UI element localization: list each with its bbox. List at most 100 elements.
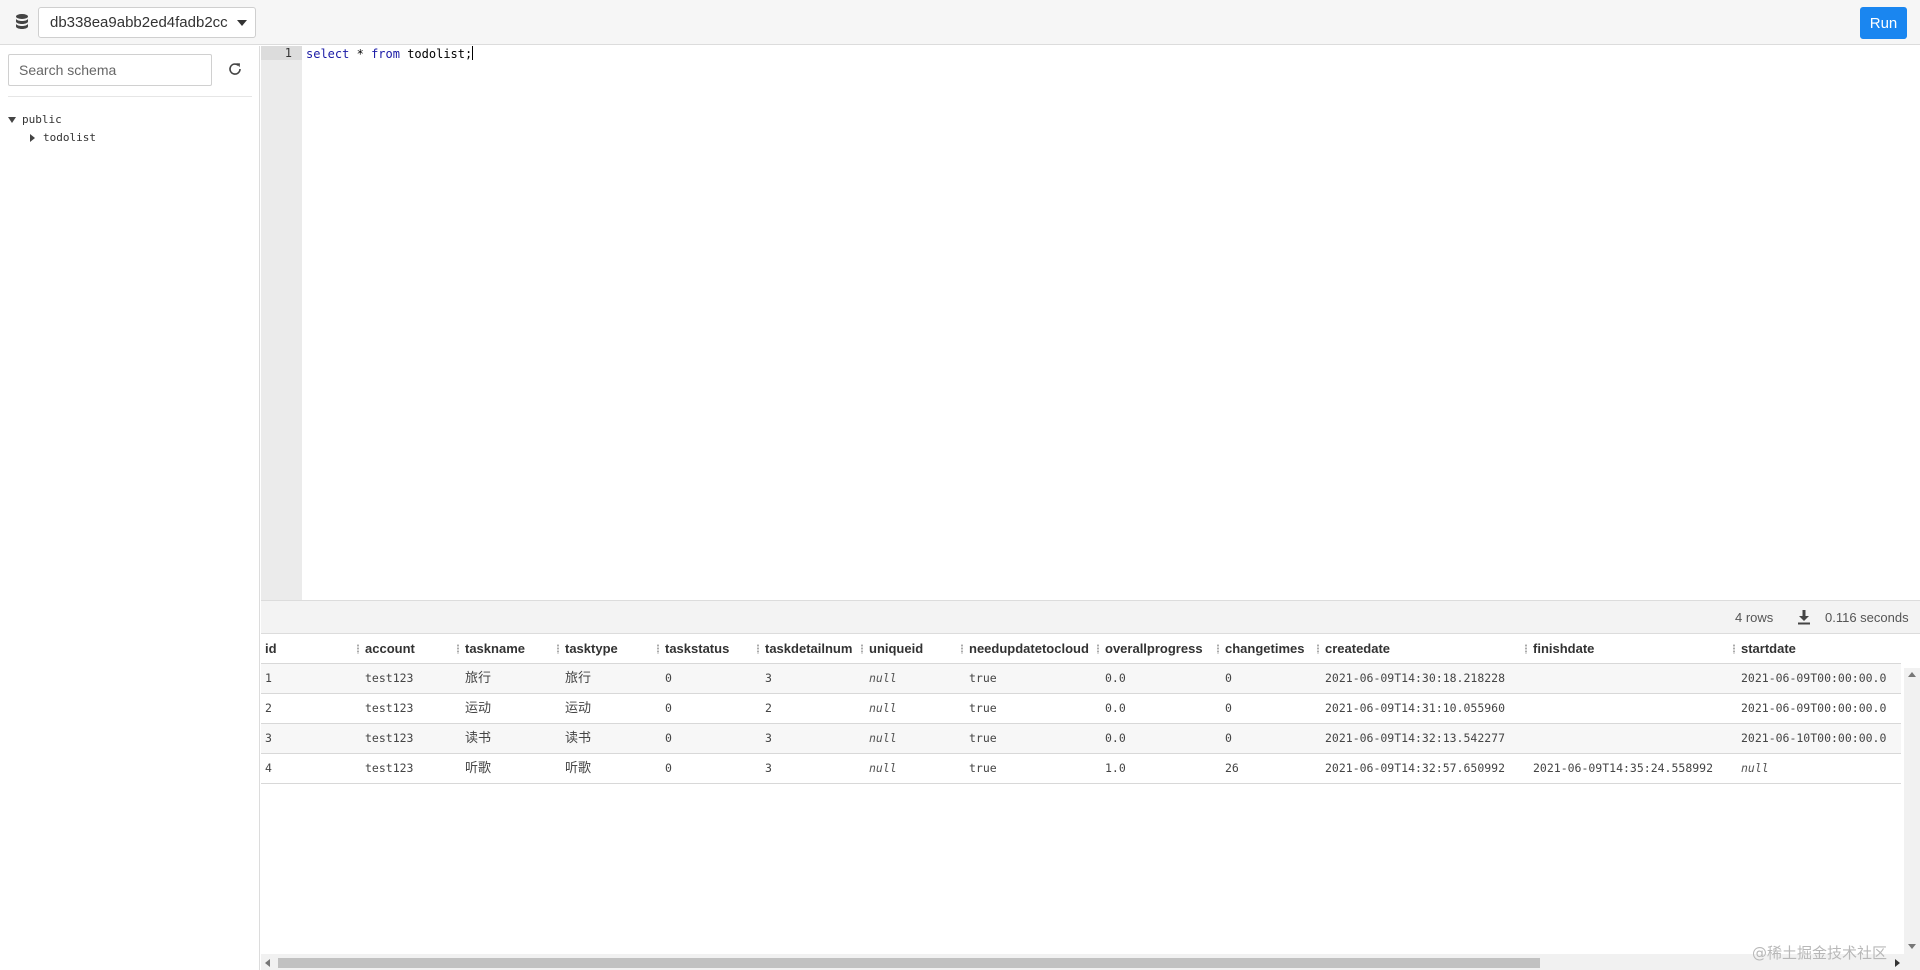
column-header-uniqueid[interactable]: uniqueid	[869, 634, 959, 663]
watermark: @稀土掘金技术社区	[1752, 944, 1888, 962]
tree-node-label: public	[22, 113, 62, 126]
column-resize-handle[interactable]	[1317, 644, 1319, 654]
download-icon[interactable]	[1797, 609, 1811, 625]
table-cell: 2021-06-09T14:32:13.542277	[1325, 731, 1506, 745]
table-cell: test123	[365, 761, 414, 775]
table-cell: true	[969, 731, 997, 745]
query-duration: 0.116 seconds	[1825, 610, 1909, 625]
table-cell: 3	[765, 731, 772, 745]
column-header-startdate[interactable]: startdate	[1741, 634, 1891, 663]
column-header-tasktype[interactable]: tasktype	[565, 634, 655, 663]
table-cell: 2	[265, 701, 272, 715]
scroll-down-icon[interactable]	[1908, 944, 1916, 949]
column-header-taskdetailnum[interactable]: taskdetailnum	[765, 634, 859, 663]
table-cell: null	[869, 731, 897, 745]
table-row[interactable]: 3 test123 读书 读书 0 3 null true 0.0 0 2021-06-09T14:…	[261, 724, 1901, 754]
row-count: 4 rows	[1735, 610, 1774, 625]
table-cell	[1533, 664, 1735, 693]
table-cell: 2021-06-09T14:32:57.650992	[1325, 761, 1506, 775]
column-header-createdate[interactable]: createdate	[1325, 634, 1523, 663]
table-row[interactable]: 2 test123 运动 运动 0 2 null true 0.0 0 2021-06-09T14:…	[261, 694, 1901, 724]
database-select[interactable]: db338ea9abb2ed4fadb2cc	[38, 7, 256, 38]
table-row[interactable]: 4 test123 听歌 听歌 0 3 null true 1.0 26 2021-06-09T14…	[261, 754, 1901, 784]
sql-editor[interactable]: 1 select * from todolist;	[261, 46, 1920, 600]
column-header-overallprogress[interactable]: overallprogress	[1105, 634, 1215, 663]
table-cell: test123	[365, 731, 414, 745]
results-status-bar: 4 rows 0.116 seconds	[261, 600, 1920, 634]
table-row[interactable]: 1 test123 旅行 旅行 0 3 null true 0.0 0 2021-06-09T14:…	[261, 664, 1901, 694]
scrollbar-thumb[interactable]	[278, 958, 1540, 968]
vertical-scrollbar[interactable]	[1904, 668, 1920, 954]
table-cell: 1.0	[1105, 761, 1126, 775]
scroll-right-icon[interactable]	[1895, 959, 1900, 967]
column-header-finishdate[interactable]: finishdate	[1533, 634, 1731, 663]
table-cell: 0.0	[1105, 671, 1126, 685]
column-header-needupdatetocloud[interactable]: needupdatetocloud	[969, 634, 1095, 663]
line-number: 1	[284, 46, 292, 60]
refresh-icon[interactable]	[227, 61, 243, 77]
column-resize-handle[interactable]	[757, 644, 759, 654]
database-icon	[16, 14, 28, 29]
table-header-row: id account taskname tasktype taskstatus taskd…	[261, 634, 1901, 664]
scroll-up-icon[interactable]	[1908, 672, 1916, 677]
table-cell: 0	[1225, 701, 1232, 715]
code-line[interactable]: select * from todolist;	[306, 46, 474, 62]
table-cell: 0	[665, 701, 672, 715]
table-cell: test123	[365, 671, 414, 685]
scroll-left-icon[interactable]	[265, 959, 270, 967]
column-header-changetimes[interactable]: changetimes	[1225, 634, 1315, 663]
schema-sidebar: public todolist	[0, 46, 260, 970]
table-cell: 2021-06-09T14:30:18.218228	[1325, 671, 1506, 685]
caret-right-icon	[30, 134, 35, 142]
table-cell: 0	[665, 731, 672, 745]
table-cell: 旅行	[465, 671, 492, 686]
table-cell: 2021-06-10T00:00:00.0	[1741, 731, 1887, 745]
tree-node-label: todolist	[43, 131, 96, 144]
table-cell: 运动	[565, 701, 592, 716]
table-cell: 2021-06-09T14:31:10.055960	[1325, 701, 1506, 715]
editor-gutter: 1	[261, 46, 302, 600]
column-resize-handle[interactable]	[961, 644, 963, 654]
column-header-id[interactable]: id	[265, 634, 355, 663]
run-button[interactable]: Run	[1860, 7, 1907, 39]
table-cell: test123	[365, 701, 414, 715]
table-cell: 听歌	[465, 761, 492, 776]
table-cell: 3	[765, 761, 772, 775]
sql-token: todolist;	[407, 47, 473, 61]
column-resize-handle[interactable]	[457, 644, 459, 654]
table-cell: 0	[1225, 731, 1232, 745]
table-cell: 2	[765, 701, 772, 715]
column-resize-handle[interactable]	[1525, 644, 1527, 654]
column-resize-handle[interactable]	[1733, 644, 1735, 654]
table-cell: 4	[265, 761, 272, 775]
column-header-account[interactable]: account	[365, 634, 455, 663]
search-schema-input[interactable]	[8, 54, 212, 86]
table-cell: 3	[265, 731, 272, 745]
text-cursor	[472, 46, 474, 60]
column-header-taskname[interactable]: taskname	[465, 634, 555, 663]
table-cell: null	[869, 701, 897, 715]
results-table: id account taskname tasktype taskstatus taskd…	[261, 634, 1920, 970]
column-resize-handle[interactable]	[1097, 644, 1099, 654]
table-cell: 3	[765, 671, 772, 685]
sidebar-divider	[8, 96, 252, 97]
column-resize-handle[interactable]	[657, 644, 659, 654]
table-cell: 26	[1225, 761, 1239, 775]
column-header-taskstatus[interactable]: taskstatus	[665, 634, 755, 663]
top-toolbar: db338ea9abb2ed4fadb2cc Run	[0, 0, 1920, 45]
table-cell: true	[969, 671, 997, 685]
column-resize-handle[interactable]	[357, 644, 359, 654]
tree-node-public[interactable]: public	[8, 112, 62, 128]
table-cell: 旅行	[565, 671, 592, 686]
column-resize-handle[interactable]	[861, 644, 863, 654]
tree-node-todolist[interactable]: todolist	[30, 130, 96, 146]
table-cell: true	[969, 761, 997, 775]
table-cell: 1	[265, 671, 272, 685]
table-cell: 运动	[465, 701, 492, 716]
column-resize-handle[interactable]	[1217, 644, 1219, 654]
table-cell: 2021-06-09T14:35:24.558992	[1533, 761, 1714, 775]
table-cell: 2021-06-09T00:00:00.0	[1741, 671, 1887, 685]
horizontal-scrollbar[interactable]	[261, 954, 1920, 970]
column-resize-handle[interactable]	[557, 644, 559, 654]
sql-keyword: select	[306, 47, 350, 61]
